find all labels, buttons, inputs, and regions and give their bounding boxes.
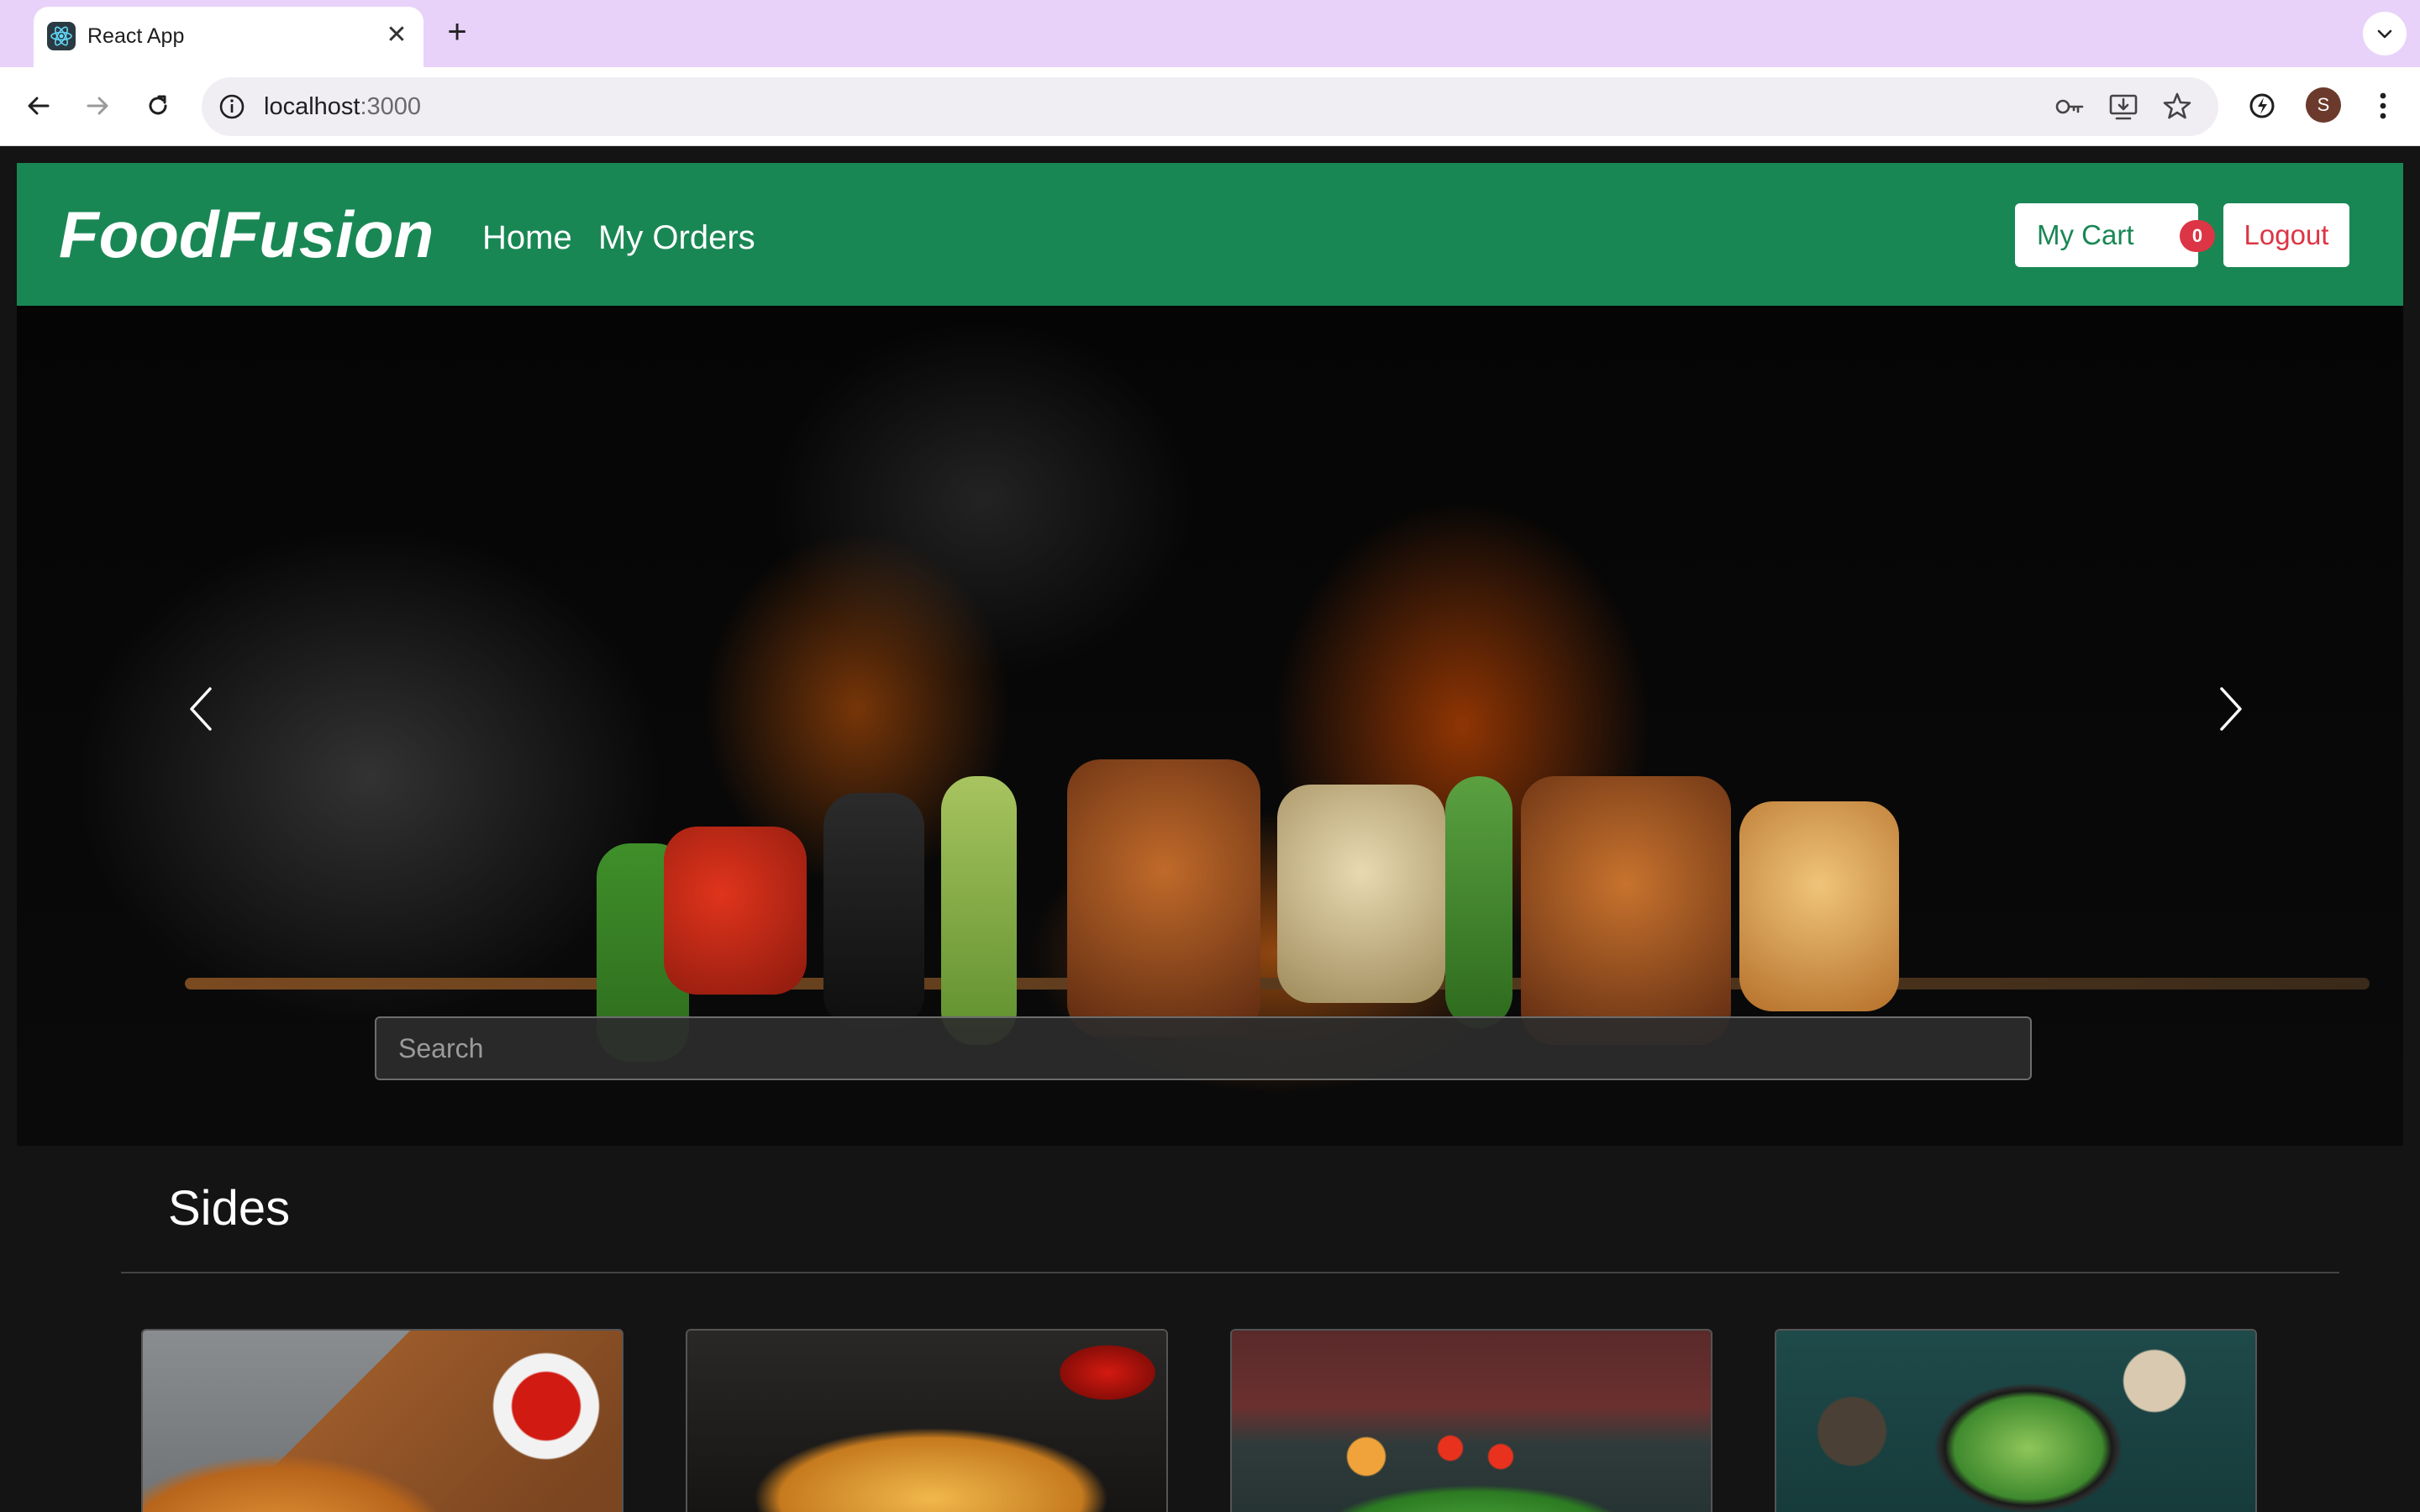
food-card-1[interactable] (141, 1329, 623, 1512)
profile-avatar[interactable]: S (2306, 87, 2341, 123)
food-card-4[interactable] (1775, 1329, 2257, 1512)
url-text[interactable]: localhost:3000 (264, 91, 421, 123)
skewer-zucchini (941, 776, 1017, 1045)
brand-logo[interactable]: FoodFusion (59, 197, 434, 272)
nav-link-home[interactable]: Home (482, 218, 572, 257)
hero-carousel (17, 306, 2403, 1146)
skewer-onion (1739, 801, 1899, 1011)
reload-button[interactable] (138, 86, 178, 126)
my-cart-label: My Cart (2037, 219, 2134, 250)
cart-count-badge: 0 (2180, 220, 2215, 252)
nav-link-my-orders[interactable]: My Orders (598, 218, 755, 257)
chevron-left-icon (190, 687, 212, 731)
skewer-tomato (664, 827, 807, 995)
skewer-paneer (1277, 785, 1445, 1003)
back-button[interactable] (18, 86, 59, 126)
extension-icon[interactable] (2242, 86, 2282, 126)
greek-salad-bowl-image (1776, 1331, 2255, 1512)
carousel-prev-button[interactable] (176, 675, 227, 743)
search-input[interactable] (375, 1016, 2032, 1080)
skewer-pepper-slice (1445, 776, 1512, 1028)
carousel-next-button[interactable] (2205, 675, 2255, 743)
my-cart-button[interactable]: My Cart 0 (2015, 203, 2215, 267)
skewer-stick (185, 978, 2370, 990)
tab-close-icon[interactable]: ✕ (381, 20, 412, 50)
address-bar[interactable]: localhost:3000 (202, 77, 2218, 136)
browser-menu-icon[interactable] (2368, 86, 2398, 126)
browser-toolbar: localhost:3000 S (0, 67, 2420, 146)
french-fries-plate-with-ketchup-image (687, 1331, 1166, 1512)
skewer-eggplant (823, 793, 924, 1028)
bookmark-star-icon[interactable] (2160, 89, 2195, 124)
pizza-with-tomatoes-image (1232, 1331, 1711, 1512)
section-title: Sides (168, 1181, 291, 1236)
chevron-down-icon (2377, 29, 2392, 39)
arrow-left-icon (28, 97, 50, 115)
forward-button[interactable] (77, 86, 118, 126)
skewer-chicken-1 (1067, 759, 1260, 1037)
url-port: :3000 (360, 93, 422, 120)
food-card-2[interactable] (686, 1329, 1168, 1512)
tab-title: React App (87, 24, 185, 48)
navbar: FoodFusion Home My Orders My Cart 0 Logo… (17, 163, 2403, 306)
new-tab-button[interactable]: + (440, 15, 474, 49)
tab-search-button[interactable] (2363, 12, 2407, 55)
browser-tab[interactable]: React App ✕ (34, 7, 424, 67)
browser-tabstrip: React App ✕ + (0, 0, 2420, 67)
fries-in-paper-with-ketchup-image (143, 1331, 622, 1512)
password-key-icon[interactable] (2052, 89, 2087, 124)
site-info-icon[interactable] (213, 88, 250, 125)
food-card-3[interactable] (1230, 1329, 1712, 1512)
reload-icon (149, 95, 167, 115)
logout-button[interactable]: Logout (2223, 203, 2349, 267)
install-app-icon[interactable] (2106, 89, 2141, 124)
chevron-right-icon (2220, 687, 2242, 731)
react-logo-icon (47, 22, 76, 50)
arrow-right-icon (87, 97, 108, 115)
skewer-chicken-2 (1521, 776, 1731, 1045)
section-divider (121, 1272, 2339, 1273)
url-host: localhost (264, 93, 360, 120)
page: FoodFusion Home My Orders My Cart 0 Logo… (0, 146, 2420, 1512)
